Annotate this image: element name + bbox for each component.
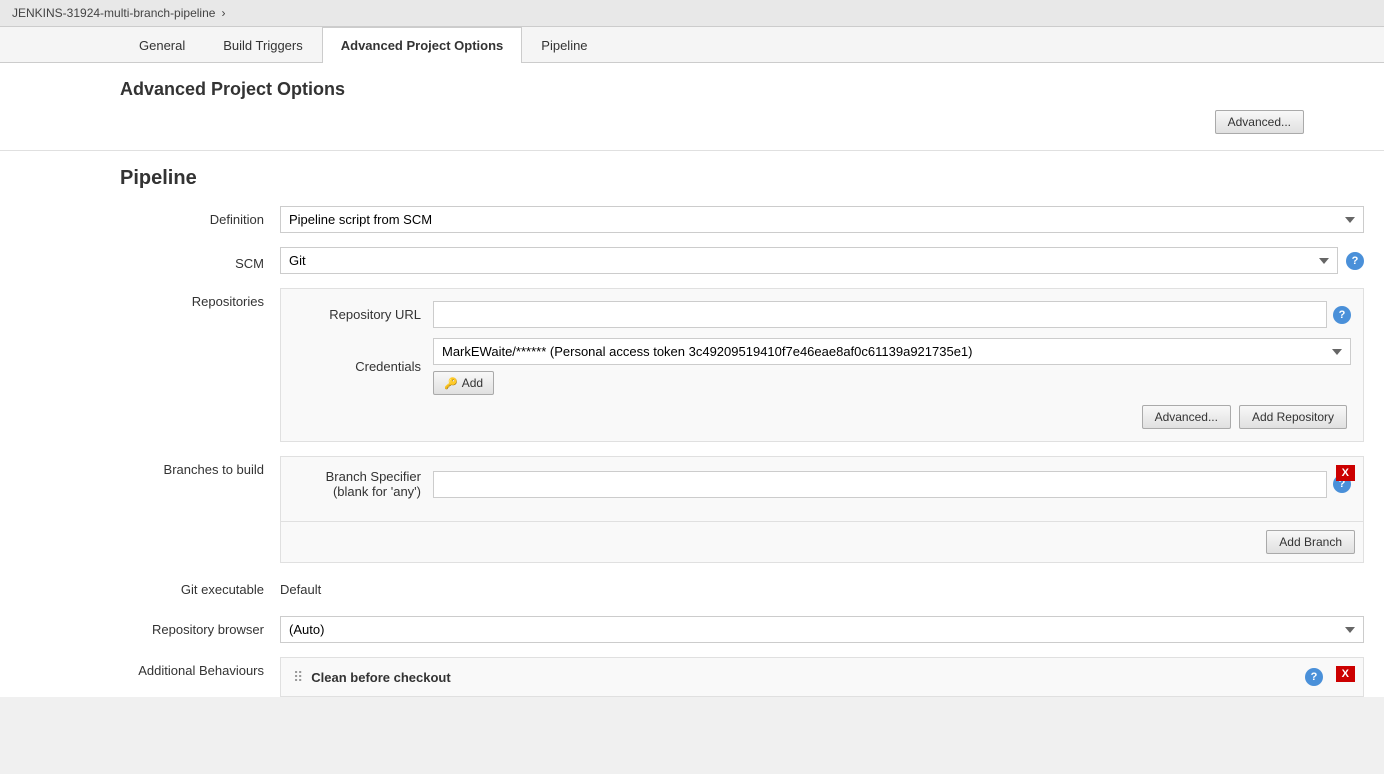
advanced-project-options-section: Advanced Project Options Advanced...: [0, 63, 1384, 151]
advanced-project-options-title: Advanced Project Options: [120, 79, 1364, 100]
branch-specifier-label: Branch Specifier (blank for 'any'): [293, 469, 433, 499]
additional-behaviours-label: Additional Behaviours: [120, 657, 280, 678]
git-executable-row: Git executable Default: [120, 577, 1364, 602]
tab-pipeline[interactable]: Pipeline: [522, 27, 606, 63]
definition-label: Definition: [120, 206, 280, 227]
tab-build-triggers[interactable]: Build Triggers: [204, 27, 321, 63]
pipeline-section: Pipeline Definition Pipeline script from…: [0, 151, 1384, 697]
branch-specifier-row: Branch Specifier (blank for 'any') */mas…: [293, 469, 1351, 499]
breadcrumb-text[interactable]: JENKINS-31924-multi-branch-pipeline: [12, 6, 215, 20]
tab-bar: General Build Triggers Advanced Project …: [0, 27, 1384, 63]
advanced-repo-button[interactable]: Advanced...: [1142, 405, 1231, 429]
tab-advanced-project-options[interactable]: Advanced Project Options: [322, 27, 523, 63]
repositories-section: Repositories Repository URL https://gith…: [120, 288, 1364, 442]
scm-select[interactable]: None Git: [280, 247, 1338, 274]
clean-before-checkout-label: Clean before checkout: [311, 670, 450, 685]
branches-section: Branches to build X Branch Specifier (bl…: [120, 456, 1364, 563]
breadcrumb-arrow: ›: [221, 6, 225, 20]
credentials-row: Credentials MarkEWaite/****** (Personal …: [293, 338, 1351, 395]
repository-url-label: Repository URL: [293, 307, 433, 322]
clean-before-checkout-item: X ⠿ Clean before checkout ?: [281, 658, 1363, 696]
definition-row: Definition Pipeline script from SCM Pipe…: [120, 206, 1364, 233]
repository-url-row: Repository URL https://github.com/MarkEW…: [293, 301, 1351, 328]
repo-browser-select[interactable]: (Auto): [280, 616, 1364, 643]
branches-inner: X Branch Specifier (blank for 'any') */m…: [281, 457, 1363, 521]
pipeline-title: Pipeline: [120, 167, 1364, 190]
branch-specifier-input[interactable]: */master: [433, 471, 1327, 498]
definition-select[interactable]: Pipeline script from SCM Pipeline script: [280, 206, 1364, 233]
credentials-select[interactable]: MarkEWaite/****** (Personal access token…: [433, 338, 1351, 365]
repo-browser-label: Repository browser: [120, 622, 280, 637]
scm-row: SCM None Git ?: [120, 247, 1364, 274]
repositories-content: Repository URL https://github.com/MarkEW…: [280, 288, 1364, 442]
remove-behaviour-button[interactable]: X: [1336, 666, 1355, 682]
scm-help-icon[interactable]: ?: [1346, 252, 1364, 270]
add-repository-button[interactable]: Add Repository: [1239, 405, 1347, 429]
advanced-options-button[interactable]: Advanced...: [1215, 110, 1304, 134]
drag-handle-icon[interactable]: ⠿: [293, 669, 303, 686]
repo-action-buttons: Advanced... Add Repository: [293, 405, 1351, 429]
branches-label: Branches to build: [120, 456, 280, 477]
add-branch-button[interactable]: Add Branch: [1266, 530, 1355, 554]
repositories-label: Repositories: [120, 288, 280, 309]
repository-url-help-icon[interactable]: ?: [1333, 306, 1351, 324]
key-icon: 🔑: [444, 377, 458, 390]
additional-behaviours-section: Additional Behaviours X ⠿ Clean before c…: [120, 657, 1364, 697]
behaviours-content: X ⠿ Clean before checkout ?: [280, 657, 1364, 697]
add-credentials-button[interactable]: 🔑 Add: [433, 371, 494, 395]
clean-before-checkout-help-icon[interactable]: ?: [1305, 668, 1323, 686]
scm-label: SCM: [120, 250, 280, 271]
git-executable-label: Git executable: [120, 582, 280, 597]
remove-branch-button[interactable]: X: [1336, 465, 1355, 481]
credentials-label: Credentials: [293, 359, 433, 374]
git-executable-value: Default: [280, 577, 1364, 602]
tab-general[interactable]: General: [120, 27, 204, 63]
branches-content: X Branch Specifier (blank for 'any') */m…: [280, 456, 1364, 563]
add-branch-row: Add Branch: [281, 521, 1363, 562]
repo-browser-row: Repository browser (Auto): [120, 616, 1364, 643]
repository-url-input[interactable]: https://github.com/MarkEWaite/jenkins-bu…: [433, 301, 1327, 328]
